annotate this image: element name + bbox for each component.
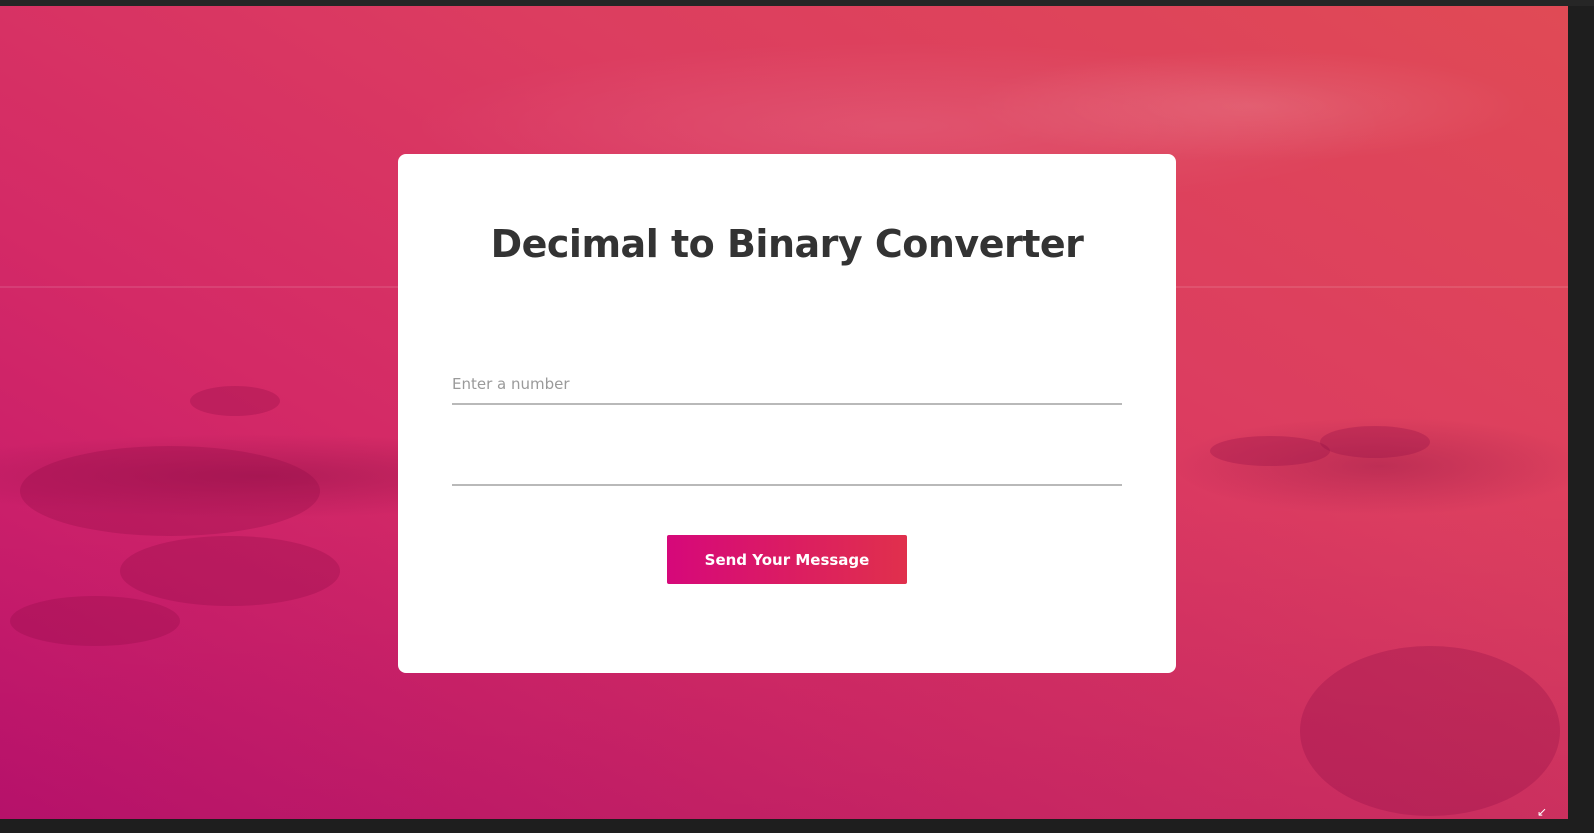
background-rock — [120, 536, 340, 606]
resize-corner-icon[interactable]: ↙ — [1537, 806, 1547, 818]
background-rock — [10, 596, 180, 646]
background-rock — [20, 446, 320, 536]
background-rock — [1300, 646, 1560, 816]
converter-card: Decimal to Binary Converter Send Your Me… — [398, 154, 1176, 673]
background-rock — [190, 386, 280, 416]
window-bottom-edge — [0, 819, 1568, 833]
number-input[interactable] — [452, 365, 1122, 405]
binary-result-field[interactable] — [452, 446, 1122, 486]
send-message-button[interactable]: Send Your Message — [667, 535, 907, 584]
background-rock — [1320, 426, 1430, 458]
background-rock — [1210, 436, 1330, 466]
window-right-edge — [1568, 6, 1594, 833]
page-title: Decimal to Binary Converter — [490, 222, 1084, 266]
